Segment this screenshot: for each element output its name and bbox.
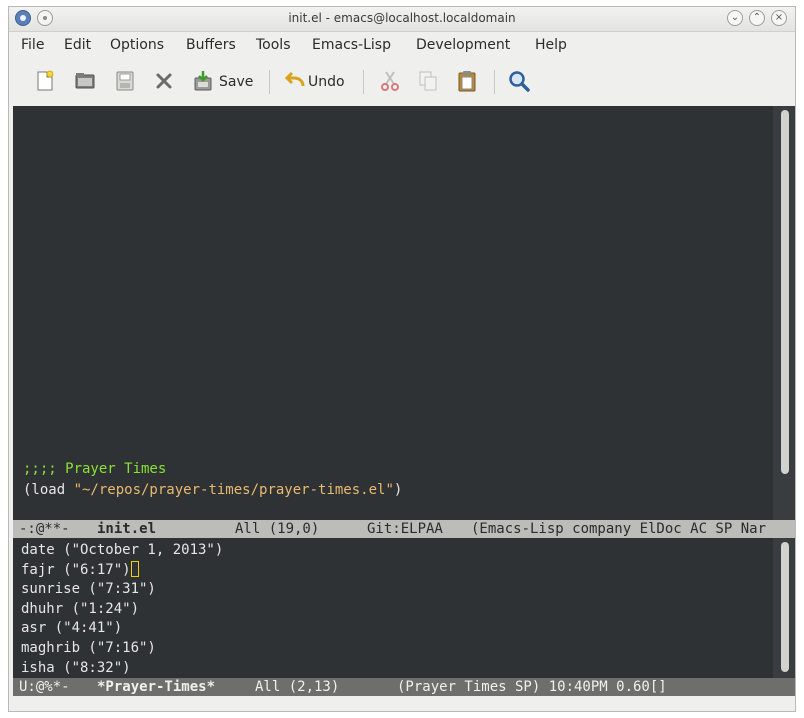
prayer-line-fajr: fajr ("6:17") (21, 560, 223, 581)
toolbar-separator (269, 70, 270, 94)
modeline-status: -:@**- (19, 521, 70, 537)
menu-development[interactable]: Development (416, 37, 510, 53)
cut-icon[interactable] (378, 69, 402, 93)
modeline-buffer-name[interactable]: init.el (97, 521, 156, 537)
prayer-scrollbar[interactable] (773, 538, 795, 678)
maximize-icon[interactable]: ⌃ (749, 10, 765, 26)
minimize-icon[interactable]: ⌄ (727, 10, 743, 26)
prayer-line-dhuhr: dhuhr ("1:24") (21, 600, 140, 617)
modeline-buffer-name[interactable]: *Prayer-Times* (97, 679, 215, 695)
title-bar[interactable]: init.el - emacs@localhost.localdomain ⌄ … (9, 7, 795, 32)
echo-area[interactable] (13, 696, 795, 711)
menu-buffers[interactable]: Buffers (186, 37, 236, 53)
menu-emacs-lisp[interactable]: Emacs-Lisp (312, 37, 391, 53)
mode-line-prayer[interactable]: U:@%*- *Prayer-Times* All (2,13) (Prayer… (13, 678, 795, 696)
code-load-suffix: ) (393, 482, 403, 498)
new-file-icon[interactable] (33, 69, 57, 93)
editor-pane[interactable]: ;;;; Prayer Times (load "~/repos/prayer-… (13, 106, 773, 520)
prayer-line-date: date ("October 1, 2013") (21, 542, 224, 558)
text-cursor (130, 560, 139, 577)
editor-scroll-thumb[interactable] (781, 110, 789, 474)
toolbar-separator (494, 70, 495, 94)
menu-tools[interactable]: Tools (256, 37, 291, 53)
undo-icon[interactable] (283, 69, 307, 93)
close-x-icon[interactable] (152, 69, 176, 93)
save-disk-icon[interactable] (113, 69, 137, 93)
prayer-line-sunrise: sunrise ("7:31") (21, 581, 156, 598)
modeline-position: All (19,0) (235, 521, 320, 537)
tool-bar: Save Undo (9, 57, 795, 105)
code-load-line: (load "~/repos/prayer-times/prayer-times… (23, 482, 402, 498)
prayer-times-text: date ("October 1, 2013") fajr ("6:17") sun… (21, 541, 223, 678)
window-title: init.el - emacs@localhost.localdomain (288, 11, 516, 25)
prayer-scroll-thumb[interactable] (781, 542, 789, 672)
menu-bar: File Edit Options Buffers Tools Emacs-Li… (9, 32, 795, 56)
close-window-icon[interactable]: × (771, 10, 787, 26)
search-icon[interactable] (507, 69, 531, 93)
menu-options[interactable]: Options (110, 37, 164, 53)
modeline-status: U:@%*- (19, 679, 70, 695)
modeline-modes[interactable]: (Emacs-Lisp company ElDoc AC SP Nar (471, 521, 766, 537)
prayer-times-pane[interactable]: date ("October 1, 2013") fajr ("6:17") sun… (13, 538, 773, 678)
emacs-window: init.el - emacs@localhost.localdomain ⌄ … (8, 6, 796, 712)
menu-file[interactable]: File (21, 37, 44, 53)
menu-help[interactable]: Help (535, 37, 567, 53)
copy-icon[interactable] (416, 69, 440, 93)
toolbar-separator (363, 70, 364, 94)
undo-label[interactable]: Undo (308, 74, 345, 90)
menu-edit[interactable]: Edit (64, 37, 91, 53)
code-load-prefix: (load (23, 482, 74, 498)
open-folder-icon[interactable] (73, 69, 97, 93)
prayer-line-asr: asr ("4:41") (21, 620, 123, 637)
paste-icon[interactable] (455, 69, 479, 93)
save-icon[interactable] (191, 69, 215, 93)
code-comment-line: ;;;; Prayer Times (23, 461, 167, 477)
mode-line-init[interactable]: -:@**- init.el All (19,0) Git:ELPAA (Ema… (13, 520, 795, 538)
modeline-vc[interactable]: Git:ELPAA (367, 521, 443, 537)
modeline-modes[interactable]: (Prayer Times SP) 10:40PM 0.60[] (397, 679, 667, 695)
editor-scrollbar[interactable] (773, 106, 795, 520)
modeline-position: All (2,13) (255, 679, 340, 695)
code-load-path: "~/repos/prayer-times/prayer-times.el" (73, 482, 394, 498)
prayer-fajr-text: fajr ("6:17") (21, 561, 131, 578)
prayer-line-maghrib: maghrib ("7:16") (21, 639, 156, 656)
save-label[interactable]: Save (219, 74, 253, 90)
prayer-line-isha: isha ("8:32") (21, 659, 131, 676)
